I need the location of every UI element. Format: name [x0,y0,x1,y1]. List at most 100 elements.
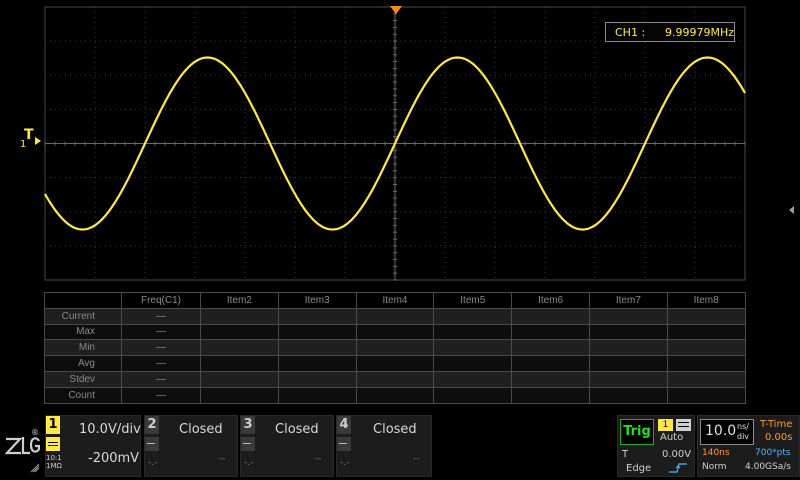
measurement-header-row: Freq(C1) Item2 Item3 Item4 Item5 Item6 I… [44,292,746,309]
measurement-row: Max — [44,323,746,341]
channel-3-panel[interactable]: 3 Closed -.- -- [240,415,334,477]
trigger-level-value[interactable]: 0.00V [662,449,691,460]
measurement-row: Avg — [44,355,746,372]
trigger-level-marker[interactable]: T 1 [20,127,42,153]
measurement-cell [433,323,513,341]
measurement-header-blank [44,292,122,309]
time-mode-label: T-Time [760,419,793,430]
memory-depth[interactable]: 700*pts [755,448,791,458]
timebase-unit-top: ns/ [737,422,749,431]
timebase-scale-value: 10.0 [705,423,737,439]
measurement-cell [355,355,435,372]
memory-time-span: 140ns [702,448,730,458]
measurement-cell [511,307,590,325]
oscilloscope-screen: T 1 CH1 : 9.99979MHz Freq(C1) Item2 Item… [0,0,800,480]
trigger-level-label: T [622,449,629,460]
measurement-cell: — [121,355,201,372]
timebase-scale-box[interactable]: 10.0 ns/ div [700,419,754,445]
measurement-row-label: Min [44,339,122,357]
measurement-row-label: Avg [44,355,122,372]
measurement-row: Count — [44,386,746,404]
measurement-cell [277,323,357,341]
measurement-cell [277,307,357,325]
coupling-icon [145,437,159,451]
measurement-cell [511,323,590,341]
measurement-cell [355,323,435,341]
measurement-cell [588,307,668,325]
measurement-cell: — [121,386,201,404]
measurement-cell [200,307,279,325]
time-offset-value[interactable]: 0.00s [765,432,792,443]
frequency-readout-label: CH1 : [615,25,646,39]
acquisition-mode[interactable]: Norm [702,462,727,472]
measurement-header-item7[interactable]: Item7 [588,292,668,309]
measurement-cell [588,386,668,404]
channel-1-number[interactable]: 1 [46,416,60,434]
trigger-sweep-mode[interactable]: Auto [660,432,683,443]
measurement-cell [433,307,513,325]
measurement-row-label: Max [44,323,122,341]
timebase-unit-bottom: div [737,432,750,441]
measurement-cell [277,339,357,357]
measurement-cell [200,339,279,357]
measurement-header-item8[interactable]: Item8 [666,292,746,309]
trigger-source-badge[interactable]: 1 [658,419,673,431]
measurement-cell [433,370,513,388]
measurement-cell [200,370,279,388]
channel-1-offset[interactable]: -200mV [88,451,139,466]
channel-3-scale-placeholder: -.- [244,458,254,468]
measurement-header-item6[interactable]: Item6 [511,292,590,309]
measurement-cell [355,307,435,325]
measurement-cell [666,307,746,325]
dc-coupling-icon [46,437,60,451]
probe-ratio: 10:1 [46,454,62,462]
channel-4-panel[interactable]: 4 Closed -.- -- [336,415,432,477]
trigger-status-button[interactable]: Trig [620,419,654,445]
channel-1-scale[interactable]: 10.0V/div [79,422,141,437]
measurement-cell [588,323,668,341]
measurement-cell [511,355,590,372]
measurement-cell [277,386,357,404]
input-impedance: 1MΩ [46,462,62,470]
measurement-cell [355,370,435,388]
frequency-readout: CH1 : 9.99979MHz [605,22,735,42]
measurement-cell: — [121,370,201,388]
rising-edge-icon [669,463,687,473]
frequency-readout-value: 9.99979MHz [664,25,734,39]
measurement-cell [666,355,746,372]
channel-1-panel[interactable]: 1 10:1 1MΩ 10.0V/div -200mV [45,415,141,477]
measurement-row-label: Count [44,386,122,404]
sample-rate: 4.00GSa/s [745,462,791,472]
measurement-cell [666,323,746,341]
measurement-header-item2[interactable]: Item2 [200,292,279,309]
measurement-header-item5[interactable]: Item5 [433,292,513,309]
trigger-panel[interactable]: Trig 1 Auto T 0.00V Edge [617,415,695,477]
measurement-cell [277,355,357,372]
probe-mark-icon [30,463,40,473]
channel-2-number[interactable]: 2 [145,416,159,434]
measurement-header-item4[interactable]: Item4 [355,292,435,309]
measurement-cell [511,339,590,357]
measurement-cell: — [121,323,201,341]
trigger-position-marker[interactable] [390,6,402,14]
channel-4-scale-placeholder: -.- [340,458,350,468]
measurement-row: Current — [44,307,746,325]
waveform-display[interactable] [0,0,800,480]
measurement-cell [511,386,590,404]
measurement-cell [666,370,746,388]
channel-2-offset-placeholder: -- [219,454,226,464]
measurement-table: Freq(C1) Item2 Item3 Item4 Item5 Item6 I… [44,292,746,404]
channel-2-panel[interactable]: 2 Closed -.- -- [144,415,238,477]
measurement-header-item3[interactable]: Item3 [277,292,357,309]
measurement-cell [200,323,279,341]
channel-3-number[interactable]: 3 [241,416,255,434]
channel-2-status: Closed [179,422,223,437]
measurement-row: Min — [44,339,746,357]
side-menu-arrow-icon[interactable] [789,206,794,214]
measurement-cell [200,355,279,372]
timebase-panel[interactable]: 10.0 ns/ div T-Time 0.00s 140ns 700*pts … [697,415,800,477]
trigger-type[interactable]: Edge [626,463,651,474]
measurement-header-freq[interactable]: Freq(C1) [121,292,201,309]
measurement-cell [666,386,746,404]
channel-4-number[interactable]: 4 [337,416,351,434]
